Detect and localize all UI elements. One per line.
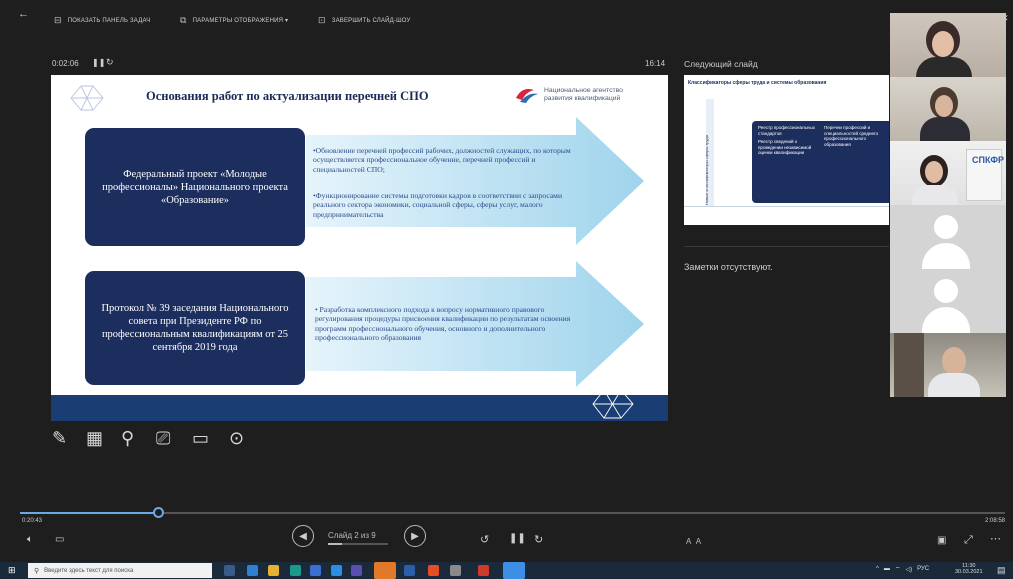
captions-icon[interactable]: ▭ bbox=[55, 534, 64, 545]
wifi-icon[interactable]: ⌔ bbox=[895, 565, 901, 573]
pointer-screen-icon[interactable]: ⎚ bbox=[156, 428, 170, 449]
arrow2-item1: • Разработка комплексного подхода к вопр… bbox=[315, 305, 571, 342]
photos-icon[interactable] bbox=[450, 565, 461, 576]
task-view-icon[interactable] bbox=[224, 565, 235, 576]
next-slide-title: Классификаторы сферы труда и системы обр… bbox=[688, 80, 827, 86]
user-avatar-icon bbox=[934, 279, 958, 303]
display-settings-icon: ⧉ bbox=[180, 15, 187, 25]
slide-logo-icon bbox=[70, 85, 104, 111]
next-slide-button[interactable]: ▶ bbox=[404, 525, 426, 547]
participant-avatar-1[interactable] bbox=[890, 205, 1006, 269]
arrow1-item1: •Обновление перечней профессий рабочих, … bbox=[313, 146, 571, 174]
speaker-notes: Заметки отсутствуют. bbox=[684, 262, 773, 272]
pause-timer-icon[interactable]: ❚❚ bbox=[92, 58, 105, 67]
end-show-label: Завершить слайд-шоу bbox=[331, 17, 411, 24]
taskbar-clock[interactable]: 11:30 30.03.2021 bbox=[955, 563, 983, 575]
taskbar-app-icon[interactable] bbox=[247, 565, 258, 576]
fullscreen-icon[interactable]: ⤢ bbox=[964, 534, 973, 547]
participant-video-1[interactable] bbox=[890, 13, 1006, 77]
arrow-shape-1 bbox=[306, 117, 644, 245]
display-settings-label: Параметры отображения ▾ bbox=[192, 18, 289, 24]
subtitles-icon[interactable]: ▭ bbox=[192, 428, 209, 449]
arrow1-item2: •Функционирование системы подготовки кад… bbox=[313, 191, 563, 219]
language-indicator[interactable]: РУС bbox=[917, 566, 929, 572]
elapsed-timer: 0:02:06 bbox=[52, 59, 79, 68]
next-slide-col2: Перечни профессий и специальностей средн… bbox=[824, 125, 879, 147]
user-avatar-icon bbox=[934, 215, 958, 239]
taskbar-app-icon[interactable] bbox=[290, 565, 301, 576]
chevron-left-icon: ◀ bbox=[299, 530, 307, 542]
next-slide-vertical-label: Новые классификаторы сферы труда bbox=[704, 135, 709, 205]
participant-video-2[interactable] bbox=[890, 77, 1006, 141]
protocol-box: Протокол № 39 заседания Национального со… bbox=[85, 271, 305, 385]
reset-timer-icon[interactable]: ↻ bbox=[106, 57, 114, 68]
network-icon[interactable]: ▬ bbox=[884, 566, 890, 572]
notes-divider bbox=[684, 246, 889, 247]
taskbar-date: 30.03.2021 bbox=[955, 569, 983, 575]
taskbar-app-icon[interactable] bbox=[310, 565, 321, 576]
fast-forward-icon[interactable]: ↻ bbox=[534, 533, 543, 546]
participant-avatar-2[interactable] bbox=[890, 269, 1006, 333]
windows-start-icon[interactable]: ⊞ bbox=[8, 565, 16, 576]
rewind-icon[interactable]: ↺ bbox=[480, 533, 489, 546]
volume-icon[interactable]: 🔈︎ bbox=[27, 534, 33, 545]
end-show-button[interactable]: ⊡ Завершить слайд-шоу bbox=[318, 15, 411, 26]
agency-name-line2: развития квалификаций bbox=[544, 95, 621, 102]
slide-counter[interactable]: Слайд 2 из 9 bbox=[328, 531, 376, 540]
end-show-icon: ⊡ bbox=[318, 15, 326, 25]
show-taskbar-button[interactable]: ⊟ Показать панель задач bbox=[54, 15, 150, 26]
agency-name-line1: Национальное агентство bbox=[544, 87, 623, 94]
next-slide-col1: Реестр профессиональных стандартов Реест… bbox=[758, 125, 815, 155]
taskbar-icon: ⊟ bbox=[54, 15, 62, 25]
agency-logo: Национальное агентство развития квалифик… bbox=[514, 86, 654, 104]
speaker-icon[interactable]: ◁) bbox=[905, 566, 912, 573]
firefox-icon[interactable] bbox=[428, 565, 439, 576]
federal-project-box: Федеральный проект «Молодые профессионал… bbox=[85, 128, 305, 246]
slide-title: Основания работ по актуализации перечней… bbox=[146, 89, 429, 103]
participant-video-3[interactable]: СПКФР bbox=[890, 141, 1006, 205]
taskbar-app-icon[interactable] bbox=[478, 565, 489, 576]
next-slide-thumbnail[interactable]: Классификаторы сферы труда и системы обр… bbox=[684, 75, 889, 225]
agency-emblem-icon bbox=[516, 89, 538, 103]
edge-icon[interactable] bbox=[331, 565, 342, 576]
more-options-icon[interactable]: ⊙ bbox=[229, 428, 244, 449]
back-arrow-icon[interactable]: ← bbox=[18, 8, 29, 20]
participant-badge: СПКФР bbox=[972, 155, 1005, 165]
video-elapsed-time: 0:20:43 bbox=[22, 518, 43, 524]
clock: 16:14 bbox=[645, 59, 666, 68]
all-slides-icon[interactable]: ▦ bbox=[86, 428, 103, 449]
explorer-icon[interactable] bbox=[268, 565, 279, 576]
footer-logo-icon bbox=[592, 389, 634, 419]
previous-slide-button[interactable]: ◀ bbox=[292, 525, 314, 547]
video-remaining-time: 2:08:58 bbox=[985, 518, 1006, 524]
display-settings-button[interactable]: ⧉ Параметры отображения ▾ bbox=[180, 15, 288, 26]
zoom-icon[interactable]: ⚲ bbox=[121, 428, 134, 449]
search-icon: ⚲ bbox=[34, 567, 40, 575]
show-taskbar-label: Показать панель задач bbox=[67, 17, 151, 24]
powerpoint-icon[interactable] bbox=[374, 562, 396, 579]
notifications-icon[interactable]: ▤ bbox=[997, 565, 1006, 576]
zoom-meeting-icon[interactable] bbox=[503, 562, 525, 579]
participant-video-4[interactable] bbox=[890, 333, 1006, 397]
chevron-right-icon: ▶ bbox=[411, 530, 419, 542]
more-icon[interactable]: ⋯ bbox=[990, 532, 1001, 545]
system-tray: ^ ▬ ⌔ ◁) РУС bbox=[876, 565, 929, 573]
tray-expand-icon[interactable]: ^ bbox=[876, 566, 879, 572]
picture-in-picture-icon[interactable]: ▣ bbox=[937, 535, 946, 546]
video-progress-track[interactable] bbox=[20, 512, 1005, 514]
next-slide-label: Следующий слайд bbox=[684, 59, 758, 69]
taskbar-app-icon[interactable] bbox=[351, 565, 362, 576]
video-progress-handle[interactable] bbox=[152, 507, 164, 518]
video-progress-fill bbox=[20, 512, 158, 514]
slide-footer-band bbox=[51, 395, 668, 421]
current-slide[interactable]: Основания работ по актуализации перечней… bbox=[51, 75, 668, 421]
search-placeholder: Введите здесь текст для поиска bbox=[44, 567, 134, 574]
font-size-icons[interactable]: A A bbox=[686, 537, 701, 546]
word-icon[interactable] bbox=[404, 565, 415, 576]
taskbar-search[interactable]: ⚲ Введите здесь текст для поиска bbox=[28, 563, 212, 578]
pen-tool-icon[interactable]: ✎ bbox=[52, 428, 67, 449]
slide-counter-fill bbox=[328, 543, 342, 545]
pause-icon[interactable]: ❚❚ bbox=[509, 533, 526, 544]
